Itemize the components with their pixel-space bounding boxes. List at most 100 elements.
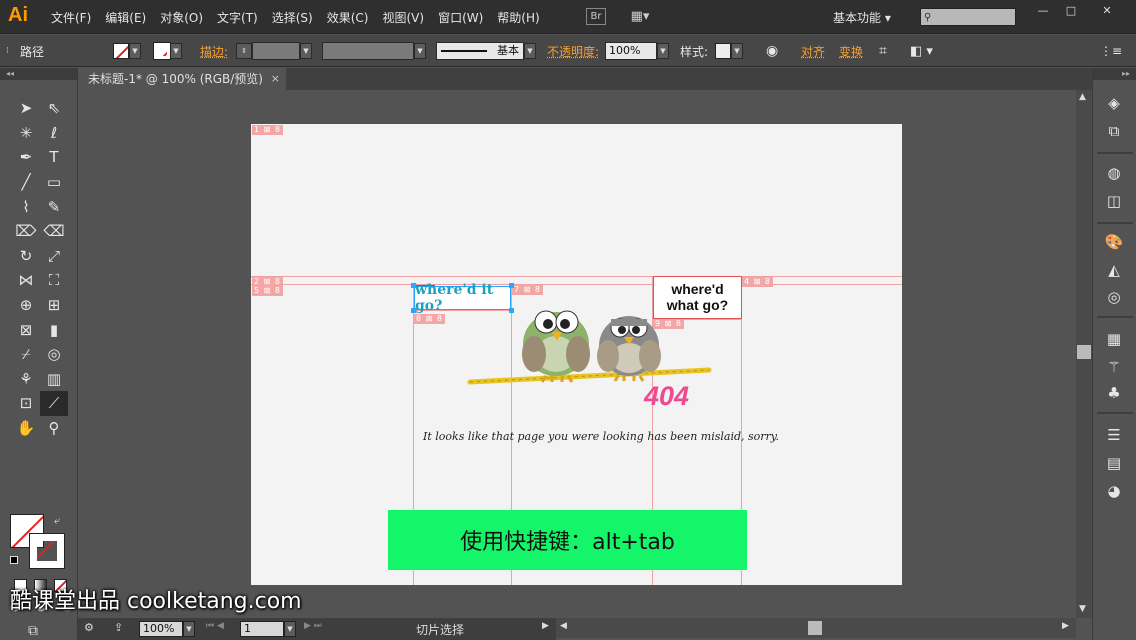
close-tab-icon[interactable]: × [271,68,280,90]
opacity-field[interactable]: 100% ▼ [605,35,669,67]
bridge-button[interactable]: Br [586,8,606,25]
zoom-tool-icon[interactable]: ⚲ [40,416,68,441]
magic-wand-tool-icon[interactable]: ✳ [12,121,40,146]
scroll-left-icon[interactable]: ◀ [560,621,567,631]
chevron-down-icon[interactable]: ▼ [170,43,182,59]
scroll-up-icon[interactable]: ▲ [1079,92,1086,102]
artboard-number-input[interactable]: 1 [240,621,284,637]
swatches-panel-icon[interactable]: ▦ [1103,330,1125,350]
isolate-icon[interactable]: ⌗ [879,35,887,67]
menu-select[interactable]: 选择(S) [265,9,320,26]
menu-object[interactable]: 对象(O) [153,9,210,26]
artboards-panel-icon[interactable]: ⧉ [1103,122,1125,142]
shape-builder-tool-icon[interactable]: ⊕ [12,293,40,318]
rectangle-tool-icon[interactable]: ▭ [40,170,68,195]
swap-colors-icon[interactable]: ⤶ [54,514,60,528]
menu-effect[interactable]: 效果(C) [320,9,376,26]
symbols-panel-icon[interactable]: ♣ [1103,384,1125,404]
slice-tag[interactable]: 4 ⊠ 8 [742,277,773,287]
stroke-swatch[interactable]: ▼ [153,35,182,67]
screen-mode-icon[interactable]: ⧉ [28,623,38,639]
horizontal-scroll-thumb[interactable] [808,621,822,635]
scroll-down-icon[interactable]: ▼ [1079,604,1086,614]
graphic-style-swatch[interactable]: ▼ [715,35,743,67]
type-tool-icon[interactable]: T [40,145,68,170]
color-panel-icon[interactable]: 🎨 [1103,233,1125,253]
scroll-right-icon[interactable]: ▶ [1062,621,1069,631]
fill-stroke-control[interactable]: ⤶ [10,514,66,570]
menu-edit[interactable]: 编辑(E) [98,9,153,26]
stepper-icon[interactable]: ⇕ [236,43,252,59]
width-tool-icon[interactable]: ⋈ [12,268,40,293]
selection-handle[interactable] [411,308,416,313]
rotate-tool-icon[interactable]: ↻ [12,244,40,269]
stroke-color-icon[interactable] [29,533,65,569]
slice-tag[interactable]: 5 ⊠ 8 [252,286,283,296]
stroke-label[interactable]: 描边: [200,35,228,67]
menu-file[interactable]: 文件(F) [44,9,98,26]
slice-tool-icon[interactable]: ⟋ [40,391,68,416]
last-artboard-icon[interactable]: ▶ ⏭ [304,621,322,637]
variable-width-input[interactable] [322,42,414,60]
expand-panels-icon[interactable]: ▸▸ [1093,68,1136,80]
graphic-styles-panel-icon[interactable]: ◫ [1103,192,1125,212]
symbol-sprayer-tool-icon[interactable]: ⚘ [12,367,40,392]
perspective-grid-tool-icon[interactable]: ⊞ [40,293,68,318]
zoom-input[interactable]: 100% [139,621,183,637]
pen-tool-icon[interactable]: ✒ [12,145,40,170]
collapse-panel-icon[interactable]: ◂◂ [0,68,77,80]
search-input[interactable]: ⚲ [920,8,1016,26]
status-menu-icon[interactable]: ▶ [542,621,549,637]
share-icon[interactable]: ⇪ [114,621,123,637]
layers-panel-icon[interactable]: ◈ [1103,94,1125,114]
slice-tag[interactable]: 1 ⊠ 8 [252,125,283,135]
align-link[interactable]: 对齐 [801,35,825,67]
panel-menu-icon[interactable]: ⋮≡ [1100,35,1122,67]
selection-handle[interactable] [411,283,416,288]
pencil-tool-icon[interactable]: ✎ [40,194,68,219]
stroke-weight-field[interactable]: ⇕ ▼ [236,35,312,67]
chevron-down-icon[interactable]: ▼ [300,43,312,59]
menu-window[interactable]: 窗口(W) [431,9,490,26]
chevron-down-icon[interactable]: ▼ [524,43,536,59]
chevron-down-icon[interactable]: ▼ [414,43,426,59]
column-graph-tool-icon[interactable]: ▥ [40,367,68,392]
vertical-scrollbar[interactable]: ▲ ▼ [1076,90,1092,618]
scale-tool-icon[interactable]: ⤢ [40,244,68,269]
stroke-weight-input[interactable] [252,42,300,60]
fill-swatch[interactable]: ▼ [113,35,141,67]
artboard-tool-icon[interactable]: ⊡ [12,391,40,416]
brush-definition-field[interactable]: 基本 ▼ [436,35,536,67]
maximize-button[interactable]: □ [1058,3,1084,19]
slice-tag[interactable]: 8 ⊠ 8 [414,314,445,324]
opacity-label[interactable]: 不透明度: [547,35,599,67]
chevron-down-icon[interactable]: ▼ [284,621,296,637]
recolor-panel-icon[interactable]: ◎ [1103,288,1125,308]
chevron-down-icon[interactable]: ▼ [183,621,195,637]
transform-link[interactable]: 变换 [839,35,863,67]
chevron-down-icon[interactable]: ▼ [129,43,141,59]
color-guide-panel-icon[interactable]: ◭ [1103,261,1125,281]
variable-width-field[interactable]: ▼ [322,35,426,67]
first-artboard-icon[interactable]: ⏮ ◀ [206,621,224,637]
recolor-icon[interactable]: ◉ [766,35,778,67]
document-tab[interactable]: 未标题-1* @ 100% (RGB/预览) × [78,68,286,90]
chevron-down-icon[interactable]: ▼ [731,43,743,59]
direct-selection-tool-icon[interactable]: ⇖ [40,96,68,121]
vertical-scroll-thumb[interactable] [1077,345,1091,359]
lasso-tool-icon[interactable]: ℓ [40,121,68,146]
chevron-down-icon[interactable]: ▼ [657,43,669,59]
menu-type[interactable]: 文字(T) [210,9,265,26]
stroke-panel-icon[interactable]: ☰ [1103,426,1125,446]
paintbrush-tool-icon[interactable]: ⌇ [12,194,40,219]
hand-tool-icon[interactable]: ✋ [12,416,40,441]
gradient-panel-icon[interactable]: ▤ [1103,454,1125,474]
blend-tool-icon[interactable]: ◎ [40,342,68,367]
canvas-area[interactable]: 1 ⊠ 8 2 ⊠ 8 5 ⊠ 8 6 ⊠ 7 ⊠ 8 3 ⊠ 4 ⊠ 8 8 … [78,90,1076,618]
menu-help[interactable]: 帮助(H) [490,9,546,26]
appearance-panel-icon[interactable]: ◍ [1103,164,1125,184]
blob-brush-tool-icon[interactable]: ⌦ [12,219,40,244]
horizontal-scrollbar[interactable]: ◀ ▶ [556,618,1076,638]
gradient-tool-icon[interactable]: ▮ [40,317,68,342]
transparency-panel-icon[interactable]: ◕ [1103,482,1125,502]
